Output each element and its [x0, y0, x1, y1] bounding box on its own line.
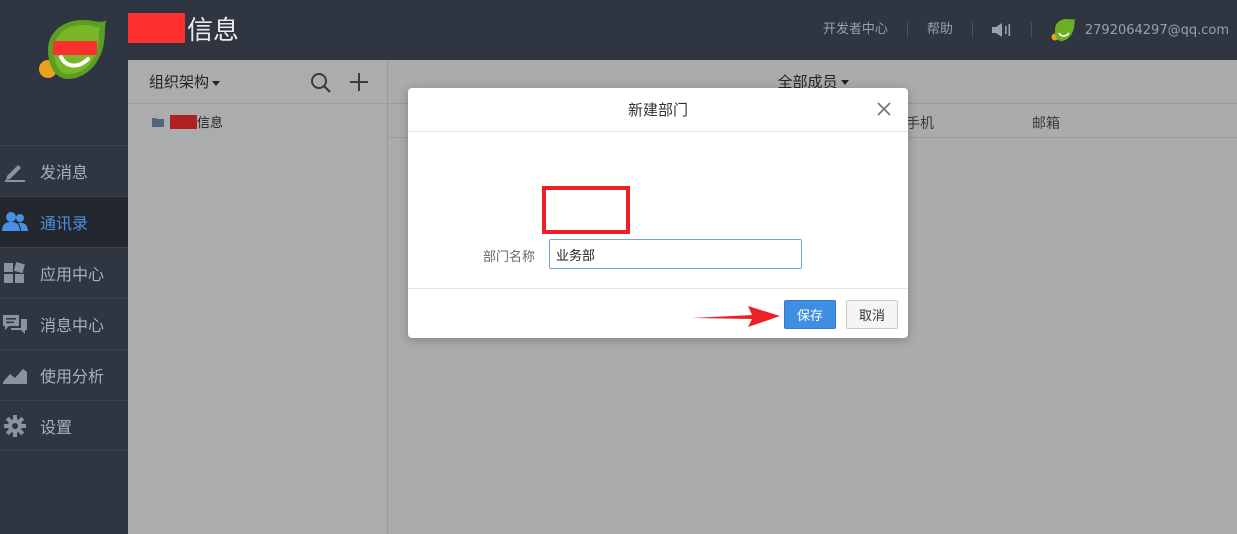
contacts-icon — [2, 210, 28, 234]
speaker-icon[interactable] — [973, 22, 1032, 38]
dialog-body: 部门名称 — [408, 132, 908, 289]
developer-center-link[interactable]: 开发者中心 — [804, 22, 908, 38]
department-name-label: 部门名称 — [483, 250, 536, 265]
nav-item-message-center[interactable]: 消息中心 — [0, 298, 128, 349]
new-department-dialog: 新建部门 部门名称 保存 取消 — [408, 88, 908, 338]
nav-item-label: 应用中心 — [40, 265, 105, 284]
app-logo[interactable] — [38, 17, 108, 83]
redaction-block — [128, 13, 185, 43]
nav-item-label: 发消息 — [40, 163, 89, 182]
dialog-header: 新建部门 — [408, 88, 908, 132]
brand: 信息 — [128, 12, 240, 46]
nav-item-usage-analysis[interactable]: 使用分析 — [0, 349, 128, 400]
department-name-field — [549, 239, 802, 269]
cancel-button[interactable]: 取消 — [846, 300, 898, 329]
nav-item-settings[interactable]: 设置 — [0, 400, 128, 451]
header-actions: 开发者中心 帮助 2792064297@qq.com — [804, 0, 1229, 60]
nav-item-send-message[interactable]: 发消息 — [0, 145, 128, 196]
top-header: 信息 开发者中心 帮助 2792064297@qq.com — [128, 0, 1237, 60]
apps-icon — [2, 261, 28, 285]
nav-item-label: 通讯录 — [40, 214, 89, 233]
nav-item-contacts[interactable]: 通讯录 — [0, 196, 128, 247]
messages-icon — [2, 312, 28, 336]
dialog-footer: 保存 取消 — [408, 289, 908, 338]
close-icon[interactable] — [876, 101, 892, 117]
help-link[interactable]: 帮助 — [908, 22, 973, 38]
gear-icon — [2, 414, 28, 438]
avatar — [1051, 19, 1075, 41]
department-name-input[interactable] — [549, 239, 802, 269]
left-nav: 发消息 通讯录 应用中心 消息中心 使用分析 设置 — [0, 0, 128, 534]
nav-item-label: 使用分析 — [40, 367, 105, 386]
nav-item-label: 设置 — [40, 417, 73, 437]
save-button[interactable]: 保存 — [784, 300, 836, 329]
brand-title: 信息 — [187, 15, 240, 46]
chart-icon — [2, 363, 28, 387]
account-menu[interactable]: 2792064297@qq.com — [1032, 18, 1229, 42]
nav-item-label: 消息中心 — [40, 316, 105, 335]
nav-item-app-center[interactable]: 应用中心 — [0, 247, 128, 298]
dialog-title: 新建部门 — [627, 101, 688, 119]
compose-icon — [2, 159, 28, 183]
account-email: 2792064297@qq.com — [1084, 22, 1229, 38]
